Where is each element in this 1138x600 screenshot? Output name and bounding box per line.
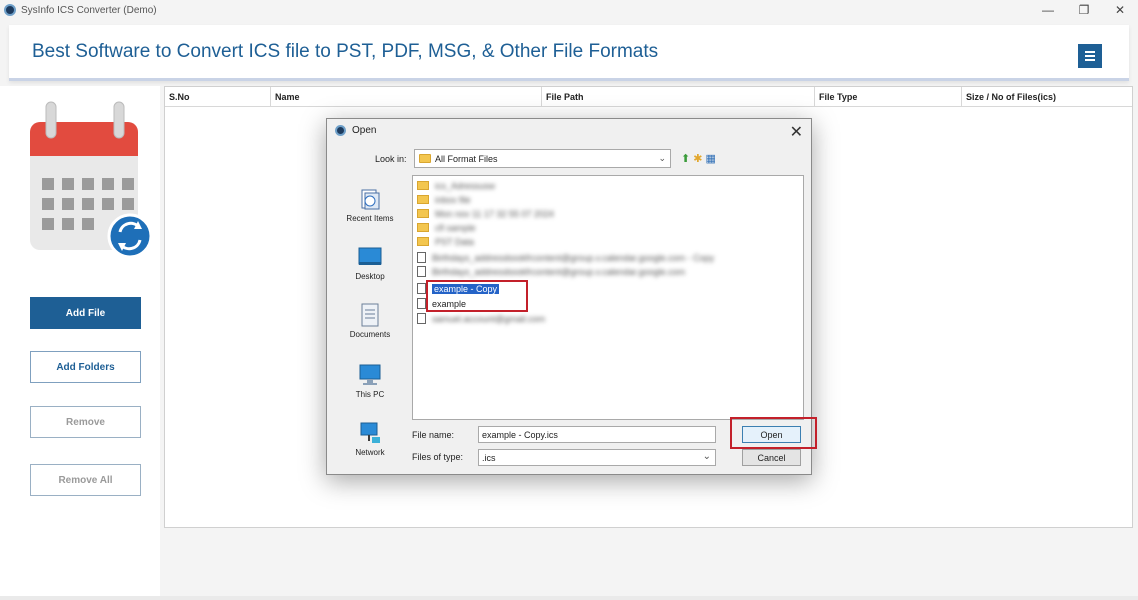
title-bar: SysInfo ICS Converter (Demo) — ❐ ✕ [0, 0, 1138, 20]
place-documents[interactable]: Documents [339, 303, 401, 339]
menu-line-icon [1085, 51, 1095, 53]
list-item[interactable]: Birthdays_addressbookfrcontent@group.v.c… [417, 251, 714, 264]
file-name: inbox file [435, 194, 471, 205]
add-folders-button[interactable]: Add Folders [30, 351, 141, 383]
place-recent-items[interactable]: Recent Items [339, 187, 401, 223]
page-title: Best Software to Convert ICS file to PST… [32, 41, 659, 62]
documents-icon [361, 303, 379, 327]
list-item[interactable]: cfl sample [417, 221, 476, 234]
places-bar: Recent Items Desktop Documents This PC N… [339, 177, 401, 467]
list-item[interactable]: Mon nov 11 17 32 55 07 2024 [417, 207, 554, 220]
place-desktop[interactable]: Desktop [339, 245, 401, 281]
calendar-sync-icon [30, 101, 152, 259]
view-menu-icon[interactable]: ▦ [705, 152, 715, 165]
folder-icon [419, 154, 431, 163]
minimize-button[interactable]: — [1030, 0, 1066, 20]
menu-line-icon [1085, 59, 1095, 61]
column-header-sno[interactable]: S.No [165, 87, 271, 106]
file-icon [417, 298, 426, 309]
file-name-input[interactable]: example - Copy.ics [478, 426, 716, 443]
remove-button[interactable]: Remove [30, 406, 141, 438]
list-item[interactable]: inbox file [417, 193, 471, 206]
add-file-button[interactable]: Add File [30, 297, 141, 329]
file-name: Mon nov 11 17 32 55 07 2024 [435, 208, 554, 219]
network-icon [360, 422, 380, 443]
file-name: samuel.account@gmail.com [432, 313, 546, 324]
folder-icon [417, 223, 429, 232]
folder-icon [417, 195, 429, 204]
column-header-file-path[interactable]: File Path [542, 87, 815, 106]
dialog-close-button[interactable]: ✕ [790, 122, 803, 142]
list-item[interactable]: Birthdays_addressbookfrcontent@group.v.c… [417, 265, 685, 278]
hamburger-menu-button[interactable] [1078, 44, 1102, 68]
place-label: Documents [349, 330, 391, 339]
menu-line-icon [1085, 55, 1095, 57]
file-name: PST Data [435, 236, 474, 247]
chevron-down-icon: ⌄ [702, 451, 711, 462]
table-header: S.No Name File Path File Type Size / No … [165, 87, 1132, 107]
file-icon [417, 252, 426, 263]
file-name: cfl sample [435, 222, 476, 233]
file-icon [417, 266, 426, 277]
place-network[interactable]: Network [339, 421, 401, 457]
folder-icon [417, 181, 429, 190]
files-of-type-label: Files of type: [412, 452, 464, 462]
list-item[interactable]: samuel.account@gmail.com [417, 312, 545, 325]
folder-icon [417, 209, 429, 218]
recent-items-icon [361, 189, 380, 210]
dialog-logo-icon [335, 125, 346, 136]
place-label: Desktop [355, 272, 385, 281]
file-icon [417, 283, 426, 294]
column-header-name[interactable]: Name [271, 87, 542, 106]
look-in-dropdown[interactable]: All Format Files ⌄ [414, 149, 671, 168]
place-label: Recent Items [346, 214, 394, 223]
window-controls: — ❐ ✕ [1030, 0, 1138, 20]
highlight-box [730, 417, 817, 449]
open-dialog: Open ✕ Look in: All Format Files ⌄ ⬆ ✱ ▦… [326, 118, 817, 475]
maximize-button[interactable]: ❐ [1066, 0, 1102, 20]
chevron-down-icon: ⌄ [658, 153, 666, 163]
place-label: This PC [355, 390, 385, 399]
new-folder-icon[interactable]: ✱ [693, 152, 702, 165]
dialog-title: Open [352, 125, 377, 136]
close-button[interactable]: ✕ [1102, 0, 1138, 20]
place-label: Network [355, 448, 385, 457]
column-header-file-type[interactable]: File Type [815, 87, 962, 106]
sidebar: Add File Add Folders Remove Remove All [0, 86, 160, 600]
list-item[interactable]: PST Data [417, 235, 474, 248]
remove-all-button[interactable]: Remove All [30, 464, 141, 496]
cancel-button[interactable]: Cancel [742, 449, 801, 466]
file-list: ics_Adressusw inbox file Mon nov 11 17 3… [412, 175, 804, 420]
app-title: SysInfo ICS Converter (Demo) [21, 4, 157, 16]
footer-strip [0, 596, 1138, 600]
highlight-box [426, 280, 528, 312]
folder-icon [417, 237, 429, 246]
desktop-icon [358, 247, 382, 265]
file-name: Birthdays_addressbookfrcontent@group.v.c… [432, 266, 686, 277]
dialog-title-bar: Open [335, 125, 376, 136]
header-banner: Best Software to Convert ICS file to PST… [9, 25, 1129, 81]
dialog-toolbar: ⬆ ✱ ▦ [681, 152, 716, 165]
file-icon [417, 313, 426, 324]
files-of-type-value: .ics [482, 453, 496, 463]
file-name-label: File name: [412, 430, 455, 440]
list-item[interactable]: ics_Adressusw [417, 179, 495, 192]
up-folder-icon[interactable]: ⬆ [681, 152, 690, 165]
place-this-pc[interactable]: This PC [339, 363, 401, 399]
file-name: Birthdays_addressbookfrcontent@group.v.c… [432, 252, 715, 263]
file-name: ics_Adressusw [435, 180, 496, 191]
app-logo-icon [4, 4, 16, 16]
look-in-label: Look in: [375, 154, 407, 164]
look-in-value: All Format Files [435, 153, 498, 164]
column-header-size[interactable]: Size / No of Files(ics) [962, 87, 1132, 106]
this-pc-icon [359, 364, 381, 385]
files-of-type-dropdown[interactable]: .ics ⌄ [478, 449, 716, 466]
